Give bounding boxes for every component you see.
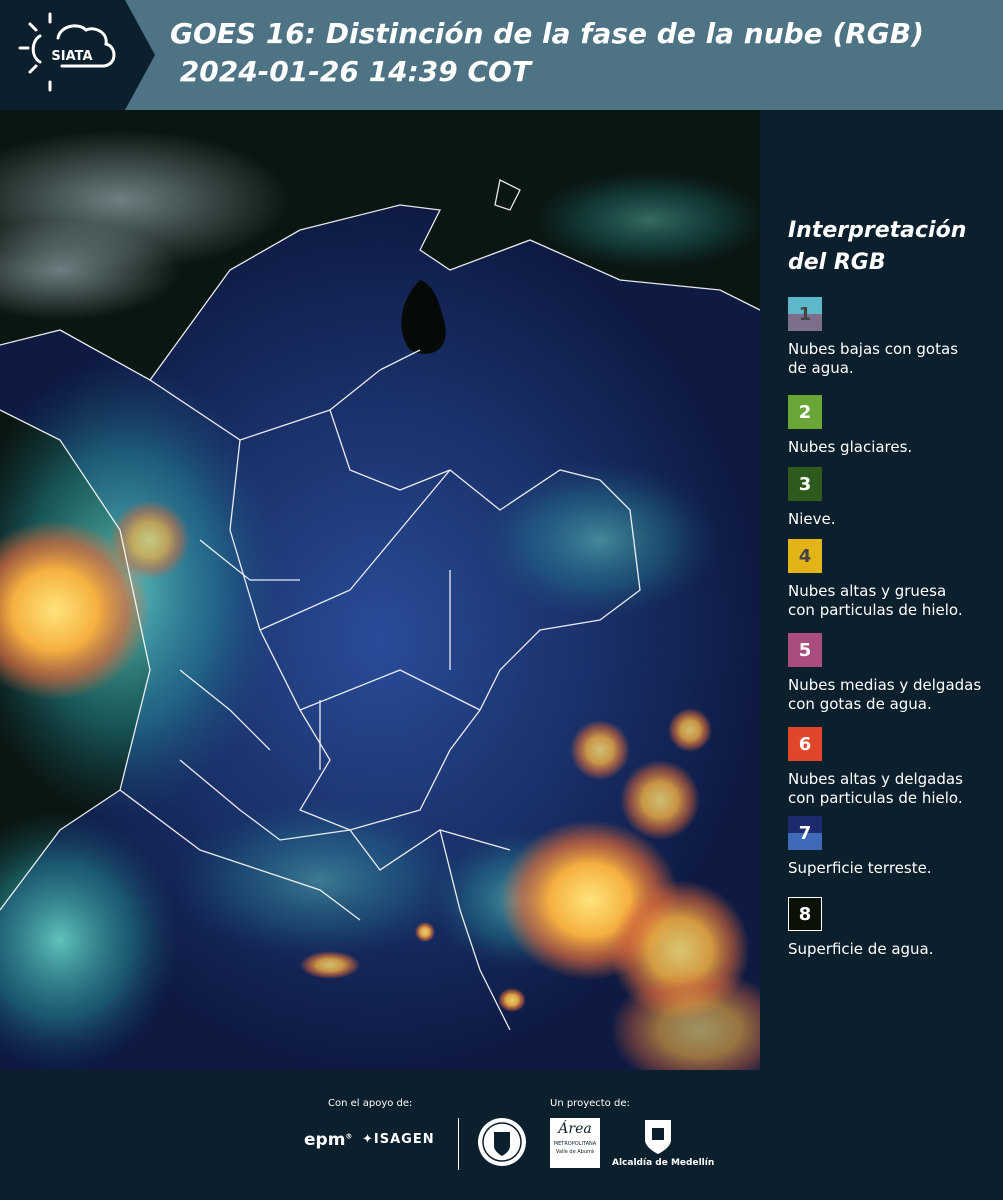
- legend-number: 8: [798, 903, 812, 925]
- legend-number: 4: [798, 545, 812, 567]
- legend-label-line-1: Superficie terreste.: [788, 859, 932, 877]
- legend-label: Nubes altas y delgadas con particulas de …: [788, 770, 988, 808]
- legend-number: 7: [798, 822, 812, 844]
- project-label: Un proyecto de:: [550, 1098, 630, 1109]
- satellite-map: [0, 110, 790, 1090]
- title-line-2: 2024-01-26 14:39 COT: [170, 55, 531, 88]
- legend-title-line-2: del RGB: [788, 250, 886, 275]
- legend-label-line-2: con gotas de agua.: [788, 695, 932, 713]
- legend-number: 6: [798, 733, 812, 755]
- legend-label-line-2: con particulas de hielo.: [788, 789, 963, 807]
- legend-swatch-5: 5: [788, 633, 822, 667]
- legend-label-line-1: Nubes altas y delgadas: [788, 770, 963, 788]
- medellin-logo-text: Alcaldía de Medellín: [612, 1158, 715, 1168]
- footer-divider: [458, 1118, 459, 1170]
- legend-number: 3: [798, 473, 812, 495]
- siata-logo-text: SIATA: [51, 49, 92, 64]
- support-label: Con el apoyo de:: [328, 1098, 413, 1109]
- legend-label-line-2: de agua.: [788, 359, 854, 377]
- legend-label: Nubes bajas con gotas de agua.: [788, 340, 988, 378]
- legend-label-line-1: Nubes altas y gruesa: [788, 582, 947, 600]
- legend-item-6: 6 Nubes altas y delgadas con particulas de…: [788, 727, 988, 808]
- legend-number: 5: [798, 639, 812, 661]
- legend-item-1: 1 Nubes bajas con gotas de agua.: [788, 297, 988, 378]
- legend-number: 1: [798, 303, 812, 325]
- header-bar: SIATA GOES 16: Distinción de la fase de …: [0, 0, 1003, 110]
- epm-logo: epm®: [304, 1130, 353, 1150]
- legend-label-line-1: Nubes glaciares.: [788, 438, 913, 456]
- page-title: GOES 16: Distinción de la fase de la nub…: [170, 15, 924, 91]
- footer: Con el apoyo de: Un proyecto de: epm® ✦I…: [0, 1070, 1003, 1200]
- legend-label-line-1: Nieve.: [788, 510, 836, 528]
- legend-swatch-6: 6: [788, 727, 822, 761]
- legend-label: Nieve.: [788, 510, 988, 529]
- legend-label: Superficie terreste.: [788, 859, 988, 878]
- legend-item-2: 2 Nubes glaciares.: [788, 395, 988, 457]
- legend-label: Nubes altas y gruesa con particulas de hi…: [788, 582, 988, 620]
- satellite-image: [0, 110, 790, 1090]
- legend-label: Nubes medias y delgadas con gotas de agua…: [788, 676, 988, 714]
- legend-item-3: 3 Nieve.: [788, 467, 988, 529]
- legend-swatch-2: 2: [788, 395, 822, 429]
- legend-label-line-2: con particulas de hielo.: [788, 601, 963, 619]
- medellin-shield-icon: [645, 1120, 671, 1154]
- legend-swatch-8: 8: [788, 897, 822, 931]
- legend-item-5: 5 Nubes medias y delgadas con gotas de agu…: [788, 633, 988, 714]
- legend-title-line-1: Interpretación: [788, 218, 967, 243]
- legend-swatch-1: 1: [788, 297, 822, 331]
- legend-label: Nubes glaciares.: [788, 438, 988, 457]
- title-line-1: GOES 16: Distinción de la fase de la nub…: [170, 17, 924, 50]
- legend-swatch-7: 7: [788, 816, 822, 850]
- legend-item-7: 7 Superficie terreste.: [788, 816, 988, 878]
- legend-number: 2: [798, 401, 812, 423]
- isagen-logo: ✦ISAGEN: [362, 1132, 435, 1147]
- legend-title: Interpretación del RGB: [788, 215, 966, 279]
- legend-item-4: 4 Nubes altas y gruesa con particulas de h…: [788, 539, 988, 620]
- legend-swatch-4: 4: [788, 539, 822, 573]
- legend-item-8: 8 Superficie de agua.: [788, 897, 988, 959]
- university-seal-logo: [478, 1118, 526, 1166]
- legend-label: Superficie de agua.: [788, 940, 988, 959]
- legend-label-line-1: Nubes medias y delgadas: [788, 676, 982, 694]
- legend-label-line-1: Nubes bajas con gotas: [788, 340, 959, 358]
- legend-swatch-3: 3: [788, 467, 822, 501]
- siata-logo: SIATA: [0, 0, 155, 110]
- legend-label-line-1: Superficie de agua.: [788, 940, 934, 958]
- area-metropolitana-logo: Área METROPOLITANA Valle de Aburrá: [550, 1118, 600, 1168]
